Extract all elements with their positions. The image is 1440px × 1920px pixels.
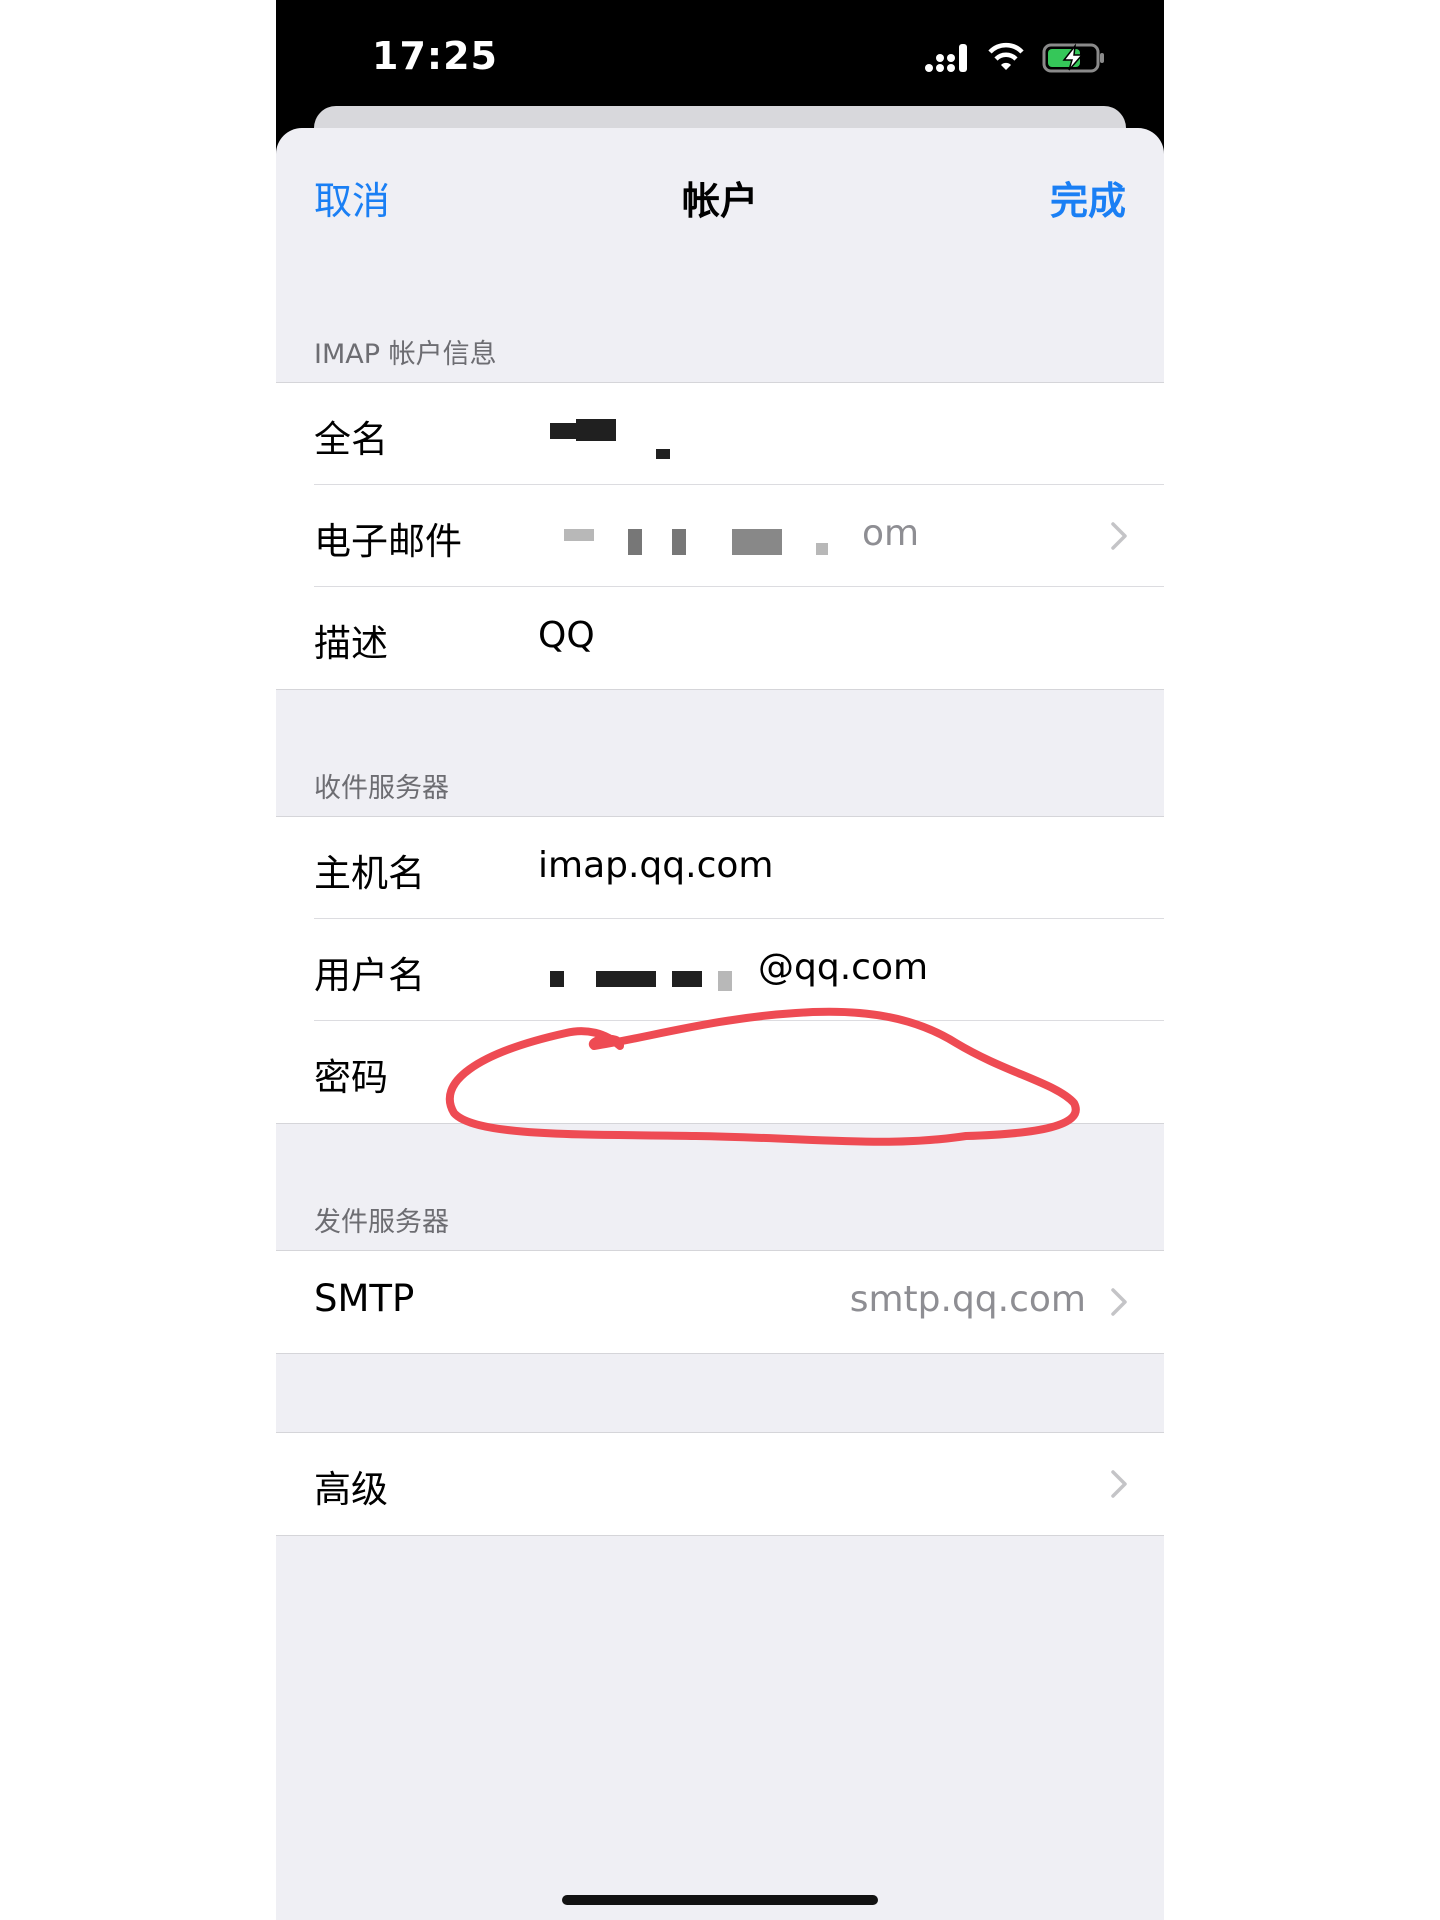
description-label: 描述 <box>314 622 388 665</box>
redacted-block <box>550 971 564 987</box>
username-value[interactable]: @qq.com <box>758 947 928 988</box>
hostname-row[interactable]: 主机名 imap.qq.com <box>276 817 1164 919</box>
redacted-block <box>732 529 782 555</box>
phone-screen: 17:25 帐户 取消 完成 IMAP 帐户信息 全名 电子邮件 om 描述 Q… <box>276 0 1164 1920</box>
advanced-label: 高级 <box>314 1468 388 1511</box>
wifi-icon <box>988 42 1024 70</box>
fullname-label: 全名 <box>314 418 388 461</box>
outgoing-section-header: 发件服务器 <box>314 1207 449 1238</box>
advanced-group: 高级 <box>276 1432 1164 1536</box>
username-label: 用户名 <box>314 954 425 997</box>
incoming-section-header: 收件服务器 <box>314 773 449 804</box>
account-sheet: 帐户 取消 完成 IMAP 帐户信息 全名 电子邮件 om 描述 QQ 收件服务… <box>276 128 1164 1920</box>
email-label: 电子邮件 <box>314 520 462 563</box>
smtp-label: SMTP <box>314 1277 415 1320</box>
home-indicator <box>562 1895 878 1905</box>
done-button[interactable]: 完成 <box>1050 170 1126 225</box>
chevron-right-icon <box>1111 1288 1127 1316</box>
smtp-value: smtp.qq.com <box>849 1279 1086 1320</box>
advanced-row[interactable]: 高级 <box>276 1433 1164 1535</box>
battery-charging-icon <box>1042 43 1104 73</box>
redacted-block <box>564 529 594 541</box>
imap-section-header: IMAP 帐户信息 <box>314 339 497 370</box>
redacted-block <box>672 971 702 987</box>
nav-title: 帐户 <box>681 179 758 223</box>
hostname-label: 主机名 <box>314 852 425 895</box>
chevron-right-icon <box>1111 1470 1127 1498</box>
password-row[interactable]: 密码 <box>276 1021 1164 1123</box>
username-row[interactable]: 用户名 @qq.com <box>276 919 1164 1021</box>
fullname-row[interactable]: 全名 <box>276 383 1164 485</box>
description-value[interactable]: QQ <box>538 615 595 656</box>
password-label: 密码 <box>314 1056 388 1099</box>
redacted-block <box>656 449 670 459</box>
email-row[interactable]: 电子邮件 om <box>276 485 1164 587</box>
imap-group: 全名 电子邮件 om 描述 QQ <box>276 382 1164 690</box>
cancel-button[interactable]: 取消 <box>314 170 390 225</box>
hostname-value[interactable]: imap.qq.com <box>538 845 773 886</box>
redacted-block <box>718 971 732 991</box>
outgoing-group: SMTP smtp.qq.com <box>276 1250 1164 1354</box>
redacted-block <box>816 543 828 555</box>
signal-icon <box>925 44 967 72</box>
incoming-group: 主机名 imap.qq.com 用户名 @qq.com 密码 <box>276 816 1164 1124</box>
redacted-block <box>628 529 642 555</box>
status-time: 17:25 <box>372 34 498 78</box>
redacted-block <box>576 419 616 441</box>
redacted-block <box>672 529 686 555</box>
redacted-block <box>596 971 656 987</box>
smtp-row[interactable]: SMTP smtp.qq.com <box>276 1251 1164 1353</box>
description-row[interactable]: 描述 QQ <box>276 587 1164 689</box>
chevron-right-icon <box>1111 522 1127 550</box>
email-value[interactable]: om <box>862 513 919 554</box>
